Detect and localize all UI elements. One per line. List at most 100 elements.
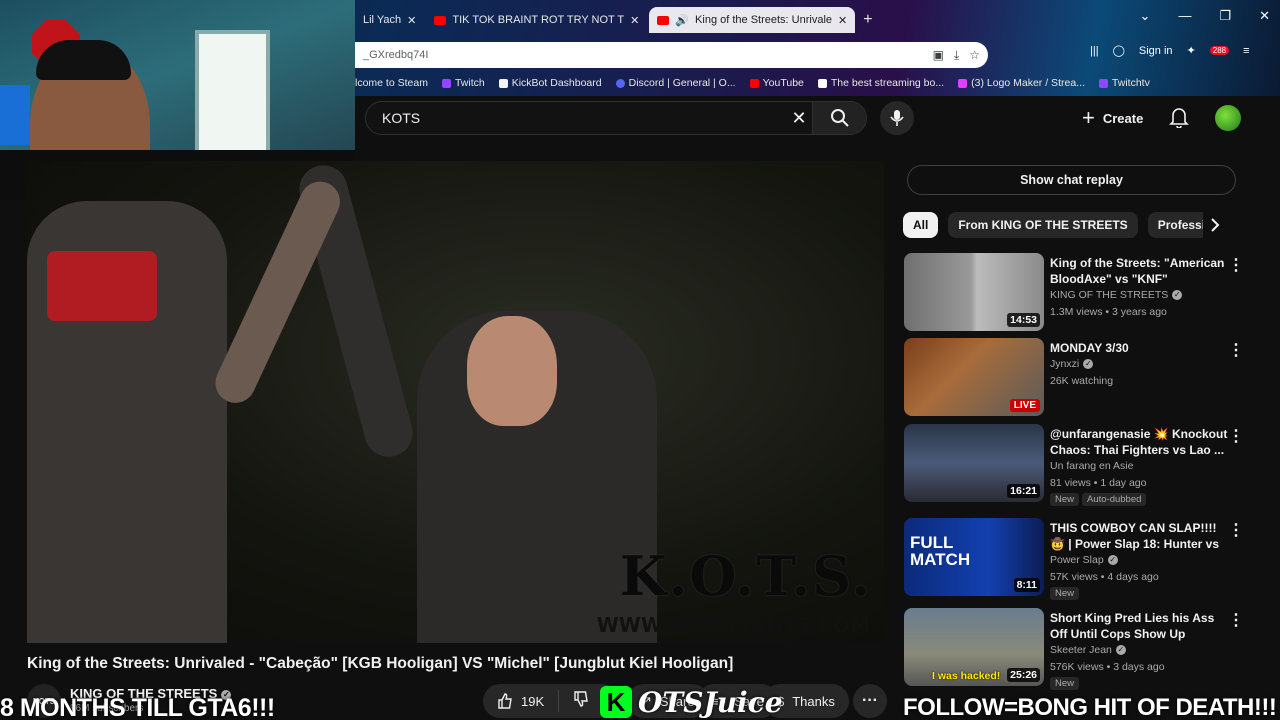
clear-icon[interactable]: ✕ (786, 108, 812, 129)
more-options-icon[interactable]: ⋮ (1228, 520, 1244, 540)
more-actions-button[interactable]: ··· (853, 684, 887, 718)
tab-lil-yach[interactable]: Lil Yach ✕ (355, 7, 424, 33)
download-icon[interactable]: ⤓ (954, 48, 959, 63)
notifications-button[interactable] (1169, 106, 1189, 133)
bookmark-streaming[interactable]: The best streaming bo... (817, 77, 944, 89)
channel-text: KING OF THE STREETS (1050, 289, 1169, 301)
recommendation-title[interactable]: King of the Streets: "American BloodAxe"… (1050, 255, 1230, 287)
live-badge: LIVE (1009, 399, 1040, 412)
channel-text: Jynxzi (1050, 358, 1080, 370)
recommendation-title[interactable]: THIS COWBOY CAN SLAP!!!! 🤠 | Power Slap … (1050, 520, 1230, 552)
search-button[interactable] (812, 102, 866, 134)
recommendation-item[interactable]: 14:53 King of the Streets: "American Blo… (904, 253, 1244, 335)
filter-chips: All From KING OF THE STREETS Professiona (903, 212, 1203, 238)
duration-badge: 25:26 (1007, 668, 1040, 682)
like-dislike-group: 19K (483, 684, 619, 718)
kots-url-watermark: WWW.KOTSFIGHTS.COM (596, 613, 870, 637)
mic-icon (890, 110, 904, 126)
new-tab-button[interactable]: + (863, 11, 872, 29)
recommendation-title[interactable]: MONDAY 3/30 (1050, 340, 1230, 356)
screen-icon[interactable]: ▣ (933, 48, 944, 63)
tab-tiktok[interactable]: TIK TOK BRAINT ROT TRY NOT T ✕ (426, 7, 647, 33)
chip-professional[interactable]: Professiona (1147, 212, 1203, 238)
duration-badge: 16:21 (1007, 484, 1040, 498)
close-icon[interactable]: ✕ (407, 14, 416, 27)
tab-label: King of the Streets: Unrivale (695, 14, 833, 26)
chip-all[interactable]: All (903, 212, 939, 238)
tab-strip: Lil Yach ✕ TIK TOK BRAINT ROT TRY NOT T … (355, 6, 873, 34)
recommendation-channel[interactable]: KING OF THE STREETS ✓ (1050, 289, 1183, 301)
bookmark-twitchtv[interactable]: Twitchtv (1098, 77, 1150, 89)
dislike-button[interactable] (559, 690, 603, 712)
address-icons: ▣ ⤓ ☆ (933, 48, 988, 63)
recommendation-channel[interactable]: Un farang en Asie (1050, 460, 1133, 472)
more-options-icon[interactable]: ⋮ (1228, 255, 1244, 275)
bell-icon (1169, 108, 1189, 129)
search-input[interactable]: KOTS (382, 110, 786, 126)
search-box[interactable]: KOTS ✕ (365, 101, 867, 135)
auto-dubbed-badge: Auto-dubbed (1082, 493, 1147, 506)
sign-in-button[interactable]: Sign in (1139, 45, 1173, 57)
monitor-glow (0, 85, 30, 145)
chevron-right-icon[interactable] (1210, 218, 1220, 237)
kotsjuice-text: OTSJuice (638, 685, 783, 719)
thumbs-up-icon (498, 693, 512, 709)
star-icon[interactable]: ☆ (969, 48, 980, 63)
menu-icon[interactable]: ≡ (1243, 45, 1249, 57)
bookmark-steam[interactable]: lcome to Steam (355, 77, 428, 89)
bookmark-label: (3) Logo Maker / Strea... (971, 77, 1085, 89)
extensions-icon[interactable]: ✦ (1187, 44, 1196, 57)
thumbnail-text: I was hacked! (932, 670, 1001, 682)
create-button[interactable]: + Create (1082, 104, 1143, 132)
bot-icon (817, 78, 827, 88)
recommendation-item[interactable]: FULL MATCH 8:11 THIS COWBOY CAN SLAP!!!!… (904, 518, 1244, 600)
recommendation-meta: 81 views • 1 day ago (1050, 477, 1147, 489)
video-player[interactable]: K.O.T.S. WWW.KOTSFIGHTS.COM (27, 161, 884, 643)
close-icon[interactable]: ✕ (630, 14, 639, 27)
fighter-head (467, 316, 557, 426)
recommendation-channel[interactable]: Power Slap ✓ (1050, 554, 1118, 566)
bookmark-youtube[interactable]: YouTube (749, 77, 804, 89)
more-options-icon[interactable]: ⋮ (1228, 610, 1244, 630)
video-thumbnail[interactable]: 16:21 (904, 424, 1044, 502)
close-icon[interactable]: ✕ (838, 14, 847, 27)
library-icon[interactable]: ||| (1090, 45, 1099, 57)
video-thumbnail[interactable]: LIVE (904, 338, 1044, 416)
account-avatar[interactable] (1215, 105, 1241, 131)
recommendation-item[interactable]: I was hacked! 25:26 Short King Pred Lies… (904, 608, 1244, 690)
more-options-icon[interactable]: ⋮ (1228, 426, 1244, 446)
voice-search-button[interactable] (880, 101, 914, 135)
chip-from-channel[interactable]: From KING OF THE STREETS (948, 212, 1138, 238)
like-button[interactable]: 19K (483, 690, 560, 712)
tab-kots[interactable]: 🔊 King of the Streets: Unrivale ✕ (649, 7, 856, 33)
recommendation-title[interactable]: @unfarangenasie 💥 Knockout Chaos: Thai F… (1050, 426, 1230, 458)
restore-button[interactable]: ❐ (1219, 8, 1231, 24)
video-thumbnail[interactable]: I was hacked! 25:26 (904, 608, 1044, 686)
kick-logo-icon: K (600, 686, 632, 718)
video-thumbnail[interactable]: FULL MATCH 8:11 (904, 518, 1044, 596)
recommendation-meta: 26K watching (1050, 375, 1114, 387)
bookmark-discord[interactable]: Discord | General | O... (615, 77, 736, 89)
recommendation-meta: 57K views • 4 days ago (1050, 571, 1159, 583)
video-thumbnail[interactable]: 14:53 (904, 253, 1044, 331)
tab-label: Lil Yach (363, 14, 402, 26)
bookmark-label: Discord | General | O... (628, 77, 736, 89)
address-bar[interactable]: _GXredbq74I ▣ ⤓ ☆ (355, 42, 988, 68)
minimize-button[interactable]: — (1178, 8, 1191, 24)
recommendation-item[interactable]: 16:21 @unfarangenasie 💥 Knockout Chaos: … (904, 424, 1244, 506)
more-options-icon[interactable]: ⋮ (1228, 340, 1244, 360)
recommendation-channel[interactable]: Skeeter Jean ✓ (1050, 644, 1126, 656)
recommendation-title[interactable]: Short King Pred Lies his Ass Off Until C… (1050, 610, 1230, 642)
recommendation-item[interactable]: LIVE MONDAY 3/30 Jynxzi ✓ 26K watching ⋮ (904, 338, 1244, 420)
show-chat-replay-button[interactable]: Show chat replay (907, 165, 1236, 195)
chevron-down-icon[interactable]: ⌄ (1140, 8, 1151, 24)
bookmark-kickbot[interactable]: KickBot Dashboard (498, 77, 602, 89)
bookmark-logo-maker[interactable]: (3) Logo Maker / Strea... (958, 77, 1085, 89)
extension-badge: 288 (1209, 46, 1230, 55)
browser-right-toolbar: ||| ◯ Sign in ✦ 288 ≡ (1090, 44, 1250, 58)
recommendation-channel[interactable]: Jynxzi ✓ (1050, 358, 1094, 370)
bookmark-twitch[interactable]: Twitch (441, 77, 485, 89)
account-icon[interactable]: ◯ (1113, 44, 1125, 57)
close-window-button[interactable]: ✕ (1259, 8, 1270, 24)
channel-text: Power Slap (1050, 554, 1104, 566)
